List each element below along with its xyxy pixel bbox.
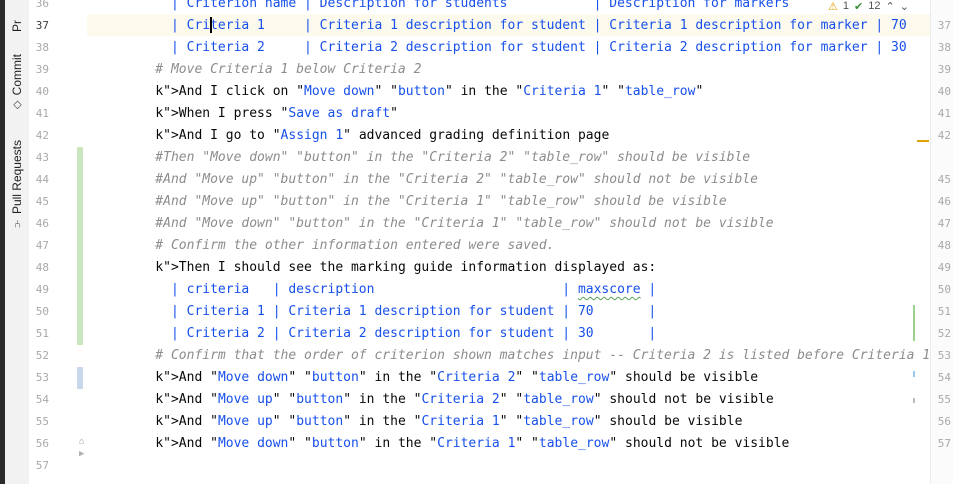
run-arrow-icon[interactable]: ▶ bbox=[79, 449, 84, 459]
code-line-55: k">And "Move up" "button" in the "Criter… bbox=[155, 414, 743, 429]
warning-count: 1 bbox=[842, 0, 849, 12]
right-line-number: 53 bbox=[937, 349, 951, 362]
code-line-54: k">And "Move up" "button" in the "Criter… bbox=[155, 392, 774, 407]
tab-pr[interactable]: Pr bbox=[8, 0, 26, 32]
code-line-45: #And "Move up" "button" in the "Criteria… bbox=[124, 194, 727, 209]
right-line-number: 52 bbox=[937, 327, 951, 340]
line-number: 40 bbox=[35, 85, 49, 98]
line-number: 50 bbox=[35, 305, 49, 318]
right-line-number: 46 bbox=[937, 195, 951, 208]
tool-window-strip: Pr ◇ Commit ⑂ Pull Requests bbox=[0, 0, 30, 484]
code-line-51: | Criteria 2 | Criteria 2 description fo… bbox=[124, 326, 657, 341]
line-number: 54 bbox=[35, 393, 49, 406]
right-line-number: 50 bbox=[937, 283, 951, 296]
right-line-number: 40 bbox=[937, 85, 951, 98]
line-number: 48 bbox=[35, 261, 49, 274]
line-number: 51 bbox=[35, 327, 49, 340]
right-line-number: 41 bbox=[937, 107, 951, 120]
line-number: 45 bbox=[35, 195, 49, 208]
right-line-number: 48 bbox=[937, 239, 951, 252]
code-line-49: | criteria | description | maxscore | bbox=[124, 282, 657, 297]
line-number: 36 bbox=[35, 0, 49, 10]
line-number: 52 bbox=[35, 349, 49, 362]
chevron-down-icon[interactable]: ⌄ bbox=[900, 0, 909, 13]
tab-pull-requests[interactable]: ⑂ Pull Requests bbox=[8, 134, 26, 234]
line-number-current: 37 bbox=[35, 19, 49, 32]
text-caret bbox=[210, 17, 212, 33]
tab-commit-label: Commit bbox=[10, 54, 24, 96]
tab-pr-label: Pr bbox=[10, 20, 24, 32]
vcs-added-marker[interactable] bbox=[77, 147, 83, 345]
line-number: 43 bbox=[35, 151, 49, 164]
warning-icon: ⚠ bbox=[828, 0, 838, 13]
scroll-change-marker bbox=[913, 305, 915, 341]
code-line-44: #And "Move up" "button" in the "Criteria… bbox=[124, 172, 758, 187]
check-count: 12 bbox=[868, 0, 881, 12]
line-number: 46 bbox=[35, 217, 49, 230]
pull-requests-icon: ⑂ bbox=[11, 217, 23, 229]
line-number: 41 bbox=[35, 107, 49, 120]
code-line-41: k">When I press "Save as draft" bbox=[155, 106, 398, 121]
code-line-43: #Then "Move down" "button" in the "Crite… bbox=[124, 150, 751, 165]
right-line-number: 47 bbox=[937, 217, 951, 230]
code-line-56: k">And "Move down" "button" in the "Crit… bbox=[155, 436, 790, 451]
right-line-number: 39 bbox=[937, 63, 951, 76]
chevron-up-icon[interactable]: ⌃ bbox=[885, 0, 894, 13]
right-line-number: 57 bbox=[937, 437, 951, 450]
vcs-modified-marker[interactable] bbox=[77, 367, 83, 389]
code-line-37: | Criteria 1 | Criteria 1 description fo… bbox=[124, 18, 907, 33]
code-line-48: k">Then I should see the marking guide i… bbox=[155, 260, 657, 275]
line-number: 57 bbox=[35, 459, 49, 472]
window-edge bbox=[0, 0, 5, 484]
inspection-widget[interactable]: ⚠ 1 ✔ 12 ⌃ ⌄ bbox=[824, 0, 913, 13]
line-gutter[interactable]: 36 37 38 39 40 41 42 43 44 45 46 47 48 4… bbox=[29, 0, 87, 484]
scroll-change-marker bbox=[913, 398, 915, 403]
scroll-change-marker bbox=[913, 371, 915, 377]
tab-pull-requests-label: Pull Requests bbox=[10, 139, 24, 215]
right-line-gutter: 37 38 39 40 41 42 45 46 47 48 49 50 51 5… bbox=[917, 0, 953, 484]
code-line-53: k">And "Move down" "button" in the "Crit… bbox=[155, 370, 759, 385]
code-line-47: # Confirm the other information entered … bbox=[124, 238, 555, 253]
code-line-50: | Criteria 1 | Criteria 1 description fo… bbox=[124, 304, 657, 319]
right-line-number: 56 bbox=[937, 415, 951, 428]
code-line-52: # Confirm that the order of criterion sh… bbox=[124, 348, 930, 363]
right-line-number: 38 bbox=[937, 41, 951, 54]
line-number: 44 bbox=[35, 173, 49, 186]
fold-end-icon[interactable]: ⌂ bbox=[79, 437, 84, 447]
right-line-number: 37 bbox=[937, 19, 951, 32]
right-line-number: 42 bbox=[937, 129, 951, 142]
code-line-42: k">And I go to "Assign 1" advanced gradi… bbox=[155, 128, 610, 143]
right-line-number: 49 bbox=[937, 261, 951, 274]
code-line-40: k">And I click on "Move down" "button" i… bbox=[155, 84, 704, 99]
line-number: 49 bbox=[35, 283, 49, 296]
right-line-number: 45 bbox=[937, 173, 951, 186]
right-line-number: 55 bbox=[937, 393, 951, 406]
line-number: 55 bbox=[35, 415, 49, 428]
code-editor[interactable]: | Criterion name | Description for stude… bbox=[87, 0, 930, 484]
check-icon: ✔ bbox=[854, 0, 864, 13]
warning-marker[interactable] bbox=[917, 140, 929, 142]
commit-icon: ◇ bbox=[11, 98, 24, 112]
line-number: 42 bbox=[35, 129, 49, 142]
code-line-36: | Criterion name | Description for stude… bbox=[124, 0, 790, 11]
line-number: 47 bbox=[35, 239, 49, 252]
line-number: 56 bbox=[35, 437, 49, 450]
right-line-number: 54 bbox=[937, 371, 951, 384]
code-line-38: | Criteria 2 | Criteria 2 description fo… bbox=[124, 40, 907, 55]
right-line-number: 51 bbox=[937, 305, 951, 318]
code-line-46: #And "Move down" "button" in the "Criter… bbox=[124, 216, 774, 231]
code-line-39: # Move Criteria 1 below Criteria 2 bbox=[124, 62, 422, 77]
line-number: 53 bbox=[35, 371, 49, 384]
line-number: 38 bbox=[35, 41, 49, 54]
tab-commit[interactable]: ◇ Commit bbox=[8, 50, 26, 116]
line-number: 39 bbox=[35, 63, 49, 76]
